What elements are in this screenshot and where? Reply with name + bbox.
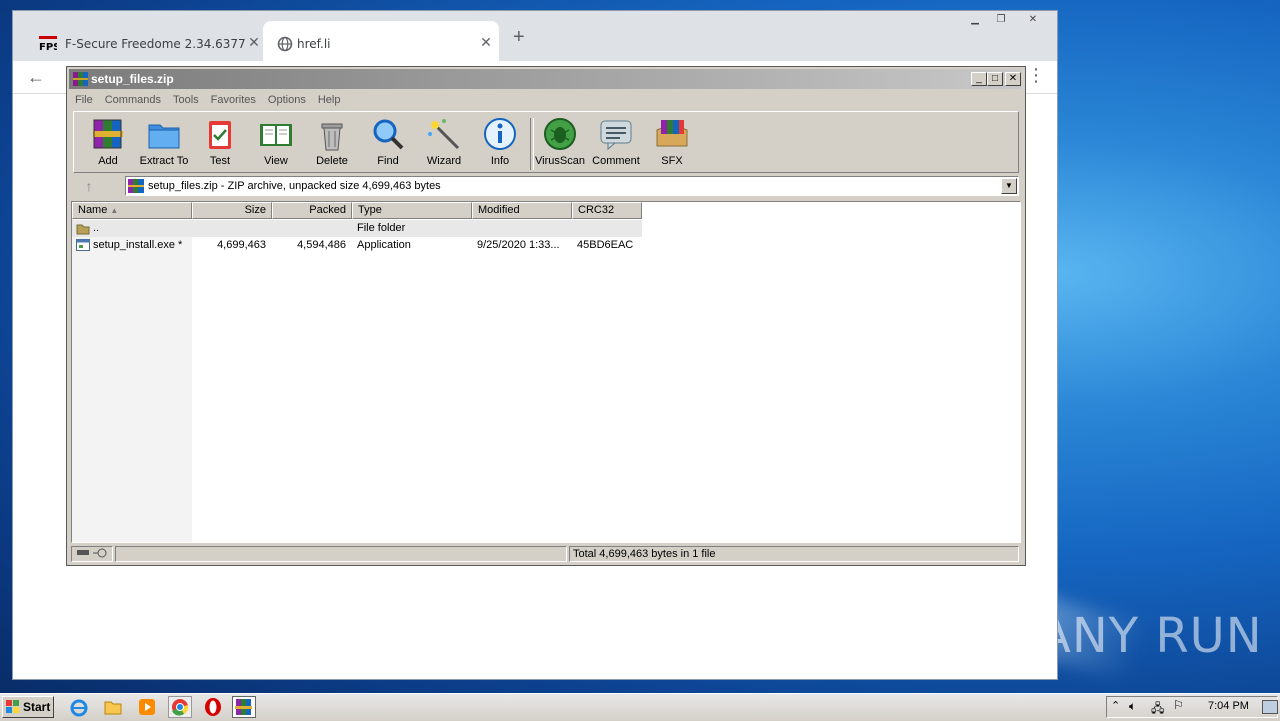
minimize-icon[interactable]: ▁ bbox=[963, 13, 987, 27]
info-button[interactable]: Info bbox=[472, 116, 528, 167]
delete-button[interactable]: Delete bbox=[304, 116, 360, 167]
menu-bar: File Commands Tools Favorites Options Help bbox=[69, 91, 346, 109]
fsecure-favicon-icon: FPS bbox=[39, 36, 60, 53]
zip-archive-icon bbox=[128, 179, 144, 193]
table-row[interactable]: setup_install.exe * 4,699,463 4,594,486 … bbox=[72, 237, 1020, 257]
dropdown-arrow-icon[interactable]: ▼ bbox=[1001, 178, 1017, 194]
chrome-icon[interactable] bbox=[168, 696, 192, 718]
status-bar: Total 4,699,463 bytes in 1 file bbox=[69, 545, 1021, 563]
comment-button[interactable]: Comment bbox=[588, 116, 644, 167]
sfx-button[interactable]: SFX bbox=[644, 116, 700, 167]
tray-expand-icon[interactable]: ⌃ bbox=[1111, 699, 1120, 712]
sfx-box-icon bbox=[654, 116, 690, 152]
exe-file-icon bbox=[76, 239, 90, 257]
windows-flag-icon bbox=[6, 700, 20, 714]
column-crc32[interactable]: CRC32 bbox=[572, 202, 642, 219]
minimize-button[interactable]: _ bbox=[971, 72, 987, 86]
wizard-button[interactable]: Wizard bbox=[416, 116, 472, 167]
menu-help[interactable]: Help bbox=[312, 91, 347, 109]
extract-folder-icon bbox=[146, 116, 182, 152]
anyrun-watermark: ANY RUN bbox=[1038, 608, 1263, 664]
tab-hrefli[interactable]: href.li ✕ bbox=[263, 21, 499, 61]
winrar-toolbar: Add Extract To Test View Delete Find Wiz… bbox=[73, 111, 1019, 173]
close-window-icon[interactable]: ✕ bbox=[1021, 13, 1045, 27]
info-icon bbox=[482, 116, 518, 152]
close-tab-icon[interactable]: ✕ bbox=[245, 34, 263, 52]
column-name[interactable]: Name ▲ bbox=[72, 202, 192, 219]
opera-icon[interactable] bbox=[202, 696, 226, 718]
window-title: setup_files.zip bbox=[91, 72, 174, 86]
menu-favorites[interactable]: Favorites bbox=[205, 91, 262, 109]
add-button[interactable]: Add bbox=[80, 116, 136, 167]
status-total: Total 4,699,463 bytes in 1 file bbox=[569, 546, 1019, 562]
virus-scan-icon bbox=[542, 116, 578, 152]
globe-icon bbox=[277, 36, 295, 52]
address-bar: ↑ setup_files.zip - ZIP archive, unpacke… bbox=[73, 175, 1019, 197]
column-type[interactable]: Type bbox=[352, 202, 472, 219]
menu-options[interactable]: Options bbox=[262, 91, 312, 109]
wand-icon bbox=[426, 116, 462, 152]
start-button[interactable]: Start bbox=[2, 696, 54, 718]
tab-fsecure[interactable]: FPS F-Secure Freedome 2.34.6377.0 Wi ✕ bbox=[21, 21, 263, 61]
winrar-taskbar-icon[interactable] bbox=[232, 696, 256, 718]
show-desktop-icon[interactable] bbox=[1262, 700, 1278, 714]
virusscan-button[interactable]: VirusScan bbox=[532, 116, 588, 167]
view-button[interactable]: View bbox=[248, 116, 304, 167]
column-size[interactable]: Size bbox=[192, 202, 272, 219]
trash-icon bbox=[314, 116, 350, 152]
name-column-background bbox=[72, 220, 192, 542]
ie-icon[interactable] bbox=[68, 696, 92, 718]
add-archive-icon bbox=[90, 116, 126, 152]
file-list: Name ▲ Size Packed Type Modified CRC32 .… bbox=[71, 201, 1021, 543]
status-panel-left bbox=[115, 546, 567, 562]
menu-kebab-icon[interactable]: ⋮ bbox=[1027, 65, 1045, 86]
menu-tools[interactable]: Tools bbox=[167, 91, 205, 109]
speaker-icon[interactable]: 🔈︎ bbox=[1129, 699, 1136, 714]
column-header: Name ▲ Size Packed Type Modified CRC32 bbox=[72, 202, 1020, 220]
test-clipboard-icon bbox=[202, 116, 238, 152]
column-packed[interactable]: Packed bbox=[272, 202, 352, 219]
clock[interactable]: 7:04 PM bbox=[1208, 700, 1249, 712]
new-tab-button[interactable]: + bbox=[513, 27, 525, 47]
maximize-icon[interactable]: ❐ bbox=[989, 13, 1013, 27]
svg-text:FPS: FPS bbox=[39, 42, 57, 52]
column-modified[interactable]: Modified bbox=[472, 202, 572, 219]
tab-strip: FPS F-Secure Freedome 2.34.6377.0 Wi ✕ h… bbox=[13, 11, 1057, 61]
explorer-folder-icon[interactable] bbox=[102, 696, 126, 718]
up-arrow-icon[interactable]: ↑ bbox=[77, 178, 101, 194]
archive-path-text: setup_files.zip - ZIP archive, unpacked … bbox=[148, 180, 441, 192]
view-book-icon bbox=[258, 116, 294, 152]
find-button[interactable]: Find bbox=[360, 116, 416, 167]
close-tab-icon[interactable]: ✕ bbox=[477, 34, 495, 52]
archive-path-field[interactable]: setup_files.zip - ZIP archive, unpacked … bbox=[125, 176, 1019, 196]
taskbar: Start ⌃ 🔈︎ 🖧︎ ⚐ 7:04 PM bbox=[0, 693, 1280, 721]
network-icon[interactable]: 🖧︎ bbox=[1151, 699, 1164, 720]
menu-commands[interactable]: Commands bbox=[99, 91, 167, 109]
winrar-window: setup_files.zip _ □ ✕ File Commands Tools F… bbox=[66, 66, 1026, 566]
maximize-button[interactable]: □ bbox=[987, 72, 1003, 86]
drive-status-icon[interactable] bbox=[71, 546, 113, 562]
table-row[interactable]: .. File folder bbox=[72, 220, 1020, 237]
action-center-flag-icon[interactable]: ⚐ bbox=[1173, 698, 1184, 712]
media-player-icon[interactable] bbox=[136, 696, 160, 718]
menu-file[interactable]: File bbox=[69, 91, 99, 109]
system-tray: ⌃ 🔈︎ 🖧︎ ⚐ bbox=[1106, 696, 1278, 718]
tab-title: href.li bbox=[297, 37, 331, 51]
extract-to-button[interactable]: Extract To bbox=[136, 116, 192, 167]
title-bar[interactable]: setup_files.zip _ □ ✕ bbox=[69, 69, 1021, 89]
back-arrow-icon[interactable]: ← bbox=[27, 67, 45, 88]
test-button[interactable]: Test bbox=[192, 116, 248, 167]
close-button[interactable]: ✕ bbox=[1005, 72, 1021, 86]
magnifier-icon bbox=[370, 116, 406, 152]
winrar-app-icon bbox=[73, 72, 88, 86]
tab-title: F-Secure Freedome 2.34.6377.0 Wi bbox=[65, 37, 245, 51]
comment-icon bbox=[598, 116, 634, 152]
